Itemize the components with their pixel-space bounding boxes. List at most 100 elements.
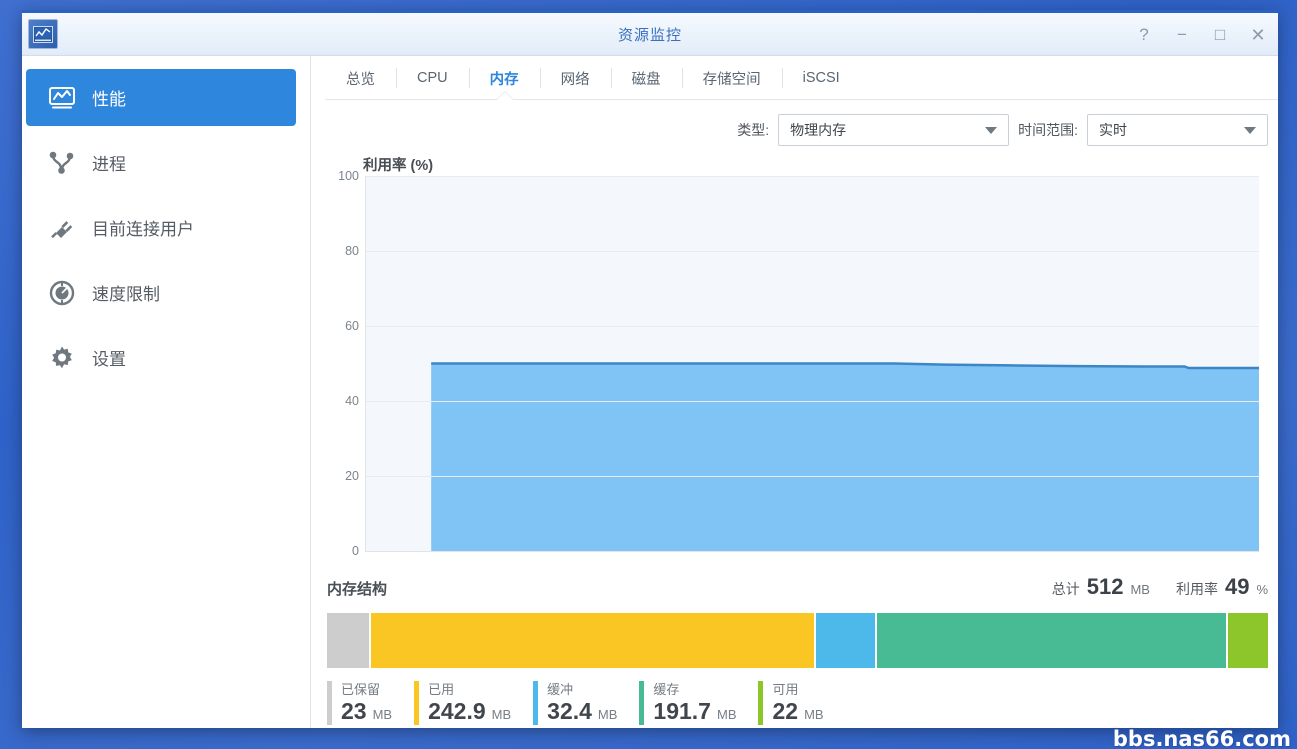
memory-legend-label: 已用 (428, 682, 455, 697)
utilization-unit: % (1256, 582, 1268, 597)
sidebar-item-label: 速度限制 (92, 285, 160, 304)
chart-controls: 类型: 物理内存 时间范围: 实时 (311, 100, 1278, 160)
memory-legend-color-swatch (414, 681, 420, 725)
memory-structure-title: 内存结构 (327, 581, 388, 598)
plug-connection-icon (48, 214, 76, 242)
maximize-button[interactable]: □ (1210, 25, 1230, 45)
memory-segment[interactable] (327, 613, 369, 668)
memory-legend-item: 已保留 23 MB (327, 681, 414, 725)
tab-storage[interactable]: 存储空间 (681, 56, 782, 100)
memory-legend-label: 缓冲 (547, 682, 574, 697)
memory-legend-value: 242.9 (428, 698, 486, 724)
memory-legend-unit: MB (716, 707, 737, 722)
tab-iscsi[interactable]: iSCSI (781, 56, 861, 100)
tab-overview[interactable]: 总览 (325, 56, 396, 100)
sidebar-item-speed-limit[interactable]: 速度限制 (26, 264, 296, 321)
chart-gridline (366, 401, 1259, 402)
memory-segment[interactable] (876, 613, 1226, 668)
tab-network[interactable]: 网络 (539, 56, 611, 100)
total-label: 总计 (1051, 581, 1080, 597)
utilization-stat: 利用率 49 % (1176, 574, 1268, 600)
memory-legend-color-swatch (758, 681, 764, 725)
process-network-icon (48, 149, 76, 177)
help-button[interactable]: ? (1134, 25, 1154, 45)
time-range-select[interactable]: 实时 (1087, 114, 1268, 146)
resource-monitor-window: 资源监控 ? − □ ✕ 性能 进程 目前连接用户 速度限制 设置 总览 CPU… (22, 10, 1278, 728)
time-range-label: 时间范围: (1018, 122, 1078, 138)
chart-plot-area[interactable]: 0 20 40 60 80 100 (338, 169, 1259, 558)
chart-title: 利用率 (%) (363, 158, 434, 174)
memory-legend-item: 可用 22 MB (758, 681, 845, 725)
total-memory-stat: 总计 512 MB (1052, 574, 1150, 600)
type-select-value: 物理内存 (790, 122, 847, 138)
memory-legend-value: 191.7 (653, 698, 711, 724)
tab-cpu[interactable]: CPU (396, 56, 469, 100)
sidebar-item-label: 设置 (92, 350, 126, 369)
chart-gridline (366, 476, 1259, 477)
minimize-button[interactable]: − (1172, 25, 1192, 45)
memory-legend-item: 已用 242.9 MB (414, 681, 533, 725)
type-select[interactable]: 物理内存 (778, 114, 1010, 146)
memory-structure-header: 内存结构 总计 512 MB 利用率 49 % (327, 574, 1268, 608)
watermark: bbs.nas66.com (1112, 727, 1291, 749)
memory-structure-stats: 总计 512 MB 利用率 49 % (1052, 574, 1268, 600)
close-button[interactable]: ✕ (1248, 25, 1268, 45)
memory-structure-section: 内存结构 总计 512 MB 利用率 49 % 已保留 23 MB 已用 242… (311, 574, 1278, 725)
sidebar-item-label: 性能 (92, 90, 126, 109)
memory-legend-unit: MB (372, 707, 393, 722)
memory-legend-unit: MB (597, 707, 618, 722)
memory-legend-color-swatch (639, 681, 645, 725)
chevron-down-icon (985, 127, 998, 134)
performance-chart-icon (48, 84, 76, 112)
sidebar-item-settings[interactable]: 设置 (26, 329, 296, 386)
chevron-down-icon (1244, 127, 1256, 134)
memory-legend: 已保留 23 MB 已用 242.9 MB 缓冲 32.4 MB 缓存 191.7 MB 可用 22 MB (327, 681, 1268, 725)
chart-y-tick: 0 (352, 544, 359, 558)
window-title: 资源监控 (617, 27, 682, 44)
tab-underline (325, 99, 1278, 100)
memory-legend-label: 可用 (772, 682, 799, 697)
chart-gridline (366, 326, 1259, 327)
window-body: 性能 进程 目前连接用户 速度限制 设置 总览 CPU 内存 网络 磁盘 存储空… (22, 56, 1278, 728)
tab-disk[interactable]: 磁盘 (610, 56, 682, 100)
chart-y-tick: 60 (345, 319, 359, 333)
memory-legend-color-swatch (327, 681, 332, 725)
memory-legend-value: 22 (772, 698, 799, 724)
total-unit: MB (1130, 582, 1150, 597)
sidebar-item-label: 目前连接用户 (92, 220, 194, 239)
memory-legend-label: 已保留 (341, 682, 381, 697)
speed-gauge-icon (48, 279, 76, 307)
sidebar-item-label: 进程 (92, 155, 126, 174)
chart-gridline (366, 251, 1259, 252)
chart-y-tick: 80 (345, 244, 359, 258)
title-bar: 资源监控 ? − □ ✕ (22, 13, 1278, 56)
sidebar-item-performance[interactable]: 性能 (26, 69, 296, 126)
chart-area-series (431, 176, 1259, 551)
memory-segment[interactable] (1227, 613, 1268, 668)
utilization-label: 利用率 (1175, 581, 1218, 597)
gear-icon (48, 344, 76, 372)
memory-segment[interactable] (815, 613, 875, 668)
memory-segment-bar (327, 613, 1268, 668)
chart-gridline (366, 176, 1259, 177)
total-value: 512 (1086, 574, 1124, 599)
memory-segment[interactable] (370, 613, 814, 668)
memory-legend-unit: MB (804, 707, 824, 722)
sidebar: 性能 进程 目前连接用户 速度限制 设置 (22, 56, 311, 728)
chart-y-tick: 100 (338, 169, 359, 183)
sidebar-item-process[interactable]: 进程 (26, 134, 296, 191)
memory-legend-color-swatch (533, 681, 539, 725)
window-controls: ? − □ ✕ (1134, 13, 1268, 56)
memory-legend-value: 32.4 (547, 698, 592, 724)
chart-y-tick: 20 (345, 469, 359, 483)
utilization-value: 49 (1224, 574, 1250, 599)
memory-legend-unit: MB (491, 707, 512, 722)
memory-legend-value: 23 (341, 698, 367, 724)
memory-legend-label: 缓存 (653, 682, 680, 697)
memory-legend-item: 缓冲 32.4 MB (533, 681, 639, 725)
time-range-select-value: 实时 (1099, 122, 1127, 138)
main-panel: 总览 CPU 内存 网络 磁盘 存储空间 iSCSI 类型: 物理内存 时间范围… (311, 56, 1278, 728)
active-tab-indicator (495, 92, 514, 101)
sidebar-item-connected-users[interactable]: 目前连接用户 (26, 199, 296, 256)
chart-y-tick: 40 (345, 394, 359, 408)
